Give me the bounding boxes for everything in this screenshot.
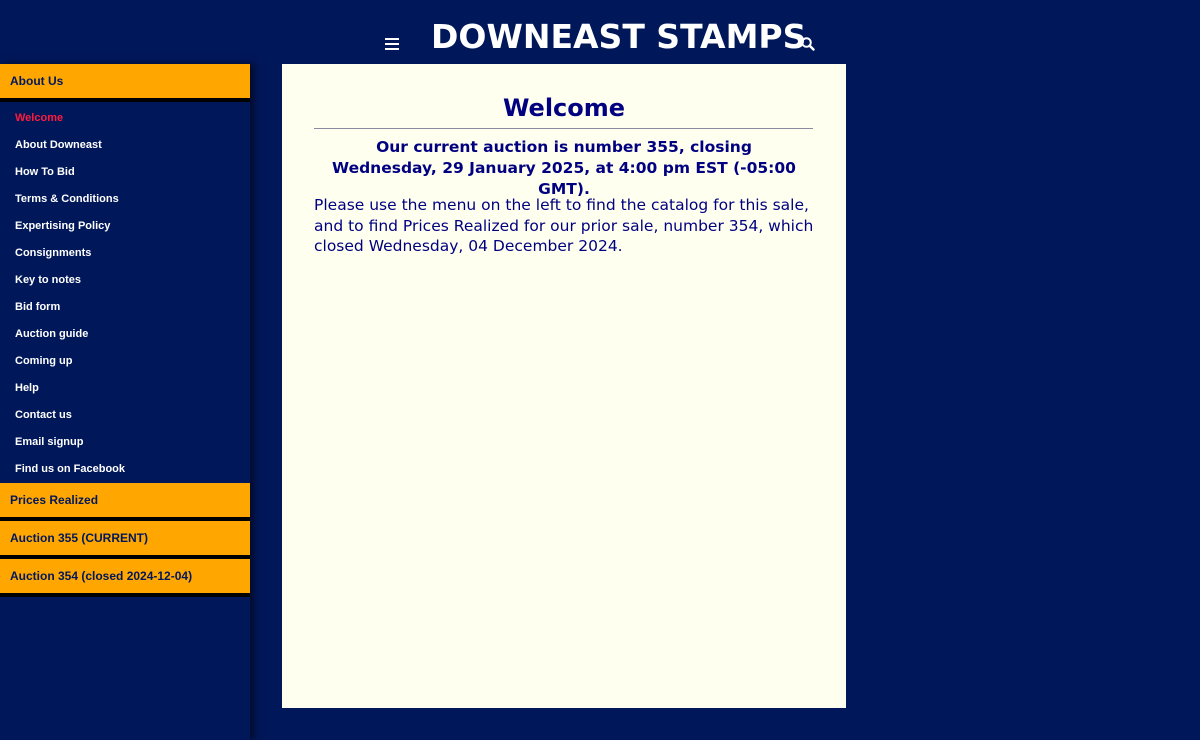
sidebar-item-help[interactable]: Help xyxy=(0,375,250,402)
sidebar-section-auction-355[interactable]: Auction 355 (CURRENT) xyxy=(0,521,250,559)
sidebar-item-how-to-bid[interactable]: How To Bid xyxy=(0,159,250,186)
sidebar-item-contact-us[interactable]: Contact us xyxy=(0,402,250,429)
sidebar-item-about-downeast[interactable]: About Downeast xyxy=(0,132,250,159)
sidebar-item-key-to-notes[interactable]: Key to notes xyxy=(0,267,250,294)
current-auction-line-2: Wednesday, 29 January 2025, at 4:00 pm E… xyxy=(332,159,796,198)
sidebar-item-email-signup[interactable]: Email signup xyxy=(0,429,250,456)
site-header: DOWNEAST STAMPS xyxy=(0,0,1200,64)
site-title[interactable]: DOWNEAST STAMPS xyxy=(431,15,806,59)
sidebar-section-prices-realized[interactable]: Prices Realized xyxy=(0,483,250,521)
sidebar-item-terms-conditions[interactable]: Terms & Conditions xyxy=(0,186,250,213)
search-icon[interactable] xyxy=(800,36,816,52)
sidebar-item-auction-guide[interactable]: Auction guide xyxy=(0,321,250,348)
main-content-panel: Welcome Our current auction is number 35… xyxy=(282,64,846,708)
sidebar-item-coming-up[interactable]: Coming up xyxy=(0,348,250,375)
sidebar-item-bid-form[interactable]: Bid form xyxy=(0,294,250,321)
sidebar-item-expertising-policy[interactable]: Expertising Policy xyxy=(0,213,250,240)
hamburger-menu-icon[interactable] xyxy=(385,38,399,50)
sidebar-item-consignments[interactable]: Consignments xyxy=(0,240,250,267)
sidebar-item-welcome[interactable]: Welcome xyxy=(0,105,250,132)
page-title: Welcome xyxy=(502,94,626,122)
welcome-body-text: Please use the menu on the left to find … xyxy=(314,196,814,255)
current-auction-notice: Our current auction is number 355, closi… xyxy=(314,137,814,200)
sidebar-nav: About Us Welcome About Downeast How To B… xyxy=(0,64,250,740)
heading-divider xyxy=(314,128,813,129)
sidebar-item-facebook[interactable]: Find us on Facebook xyxy=(0,456,250,483)
sidebar-section-about-us[interactable]: About Us xyxy=(0,64,250,102)
sidebar-submenu-about-us: Welcome About Downeast How To Bid Terms … xyxy=(0,102,250,483)
current-auction-line-1: Our current auction is number 355, closi… xyxy=(376,138,752,156)
sidebar-section-auction-354[interactable]: Auction 354 (closed 2024-12-04) xyxy=(0,559,250,597)
